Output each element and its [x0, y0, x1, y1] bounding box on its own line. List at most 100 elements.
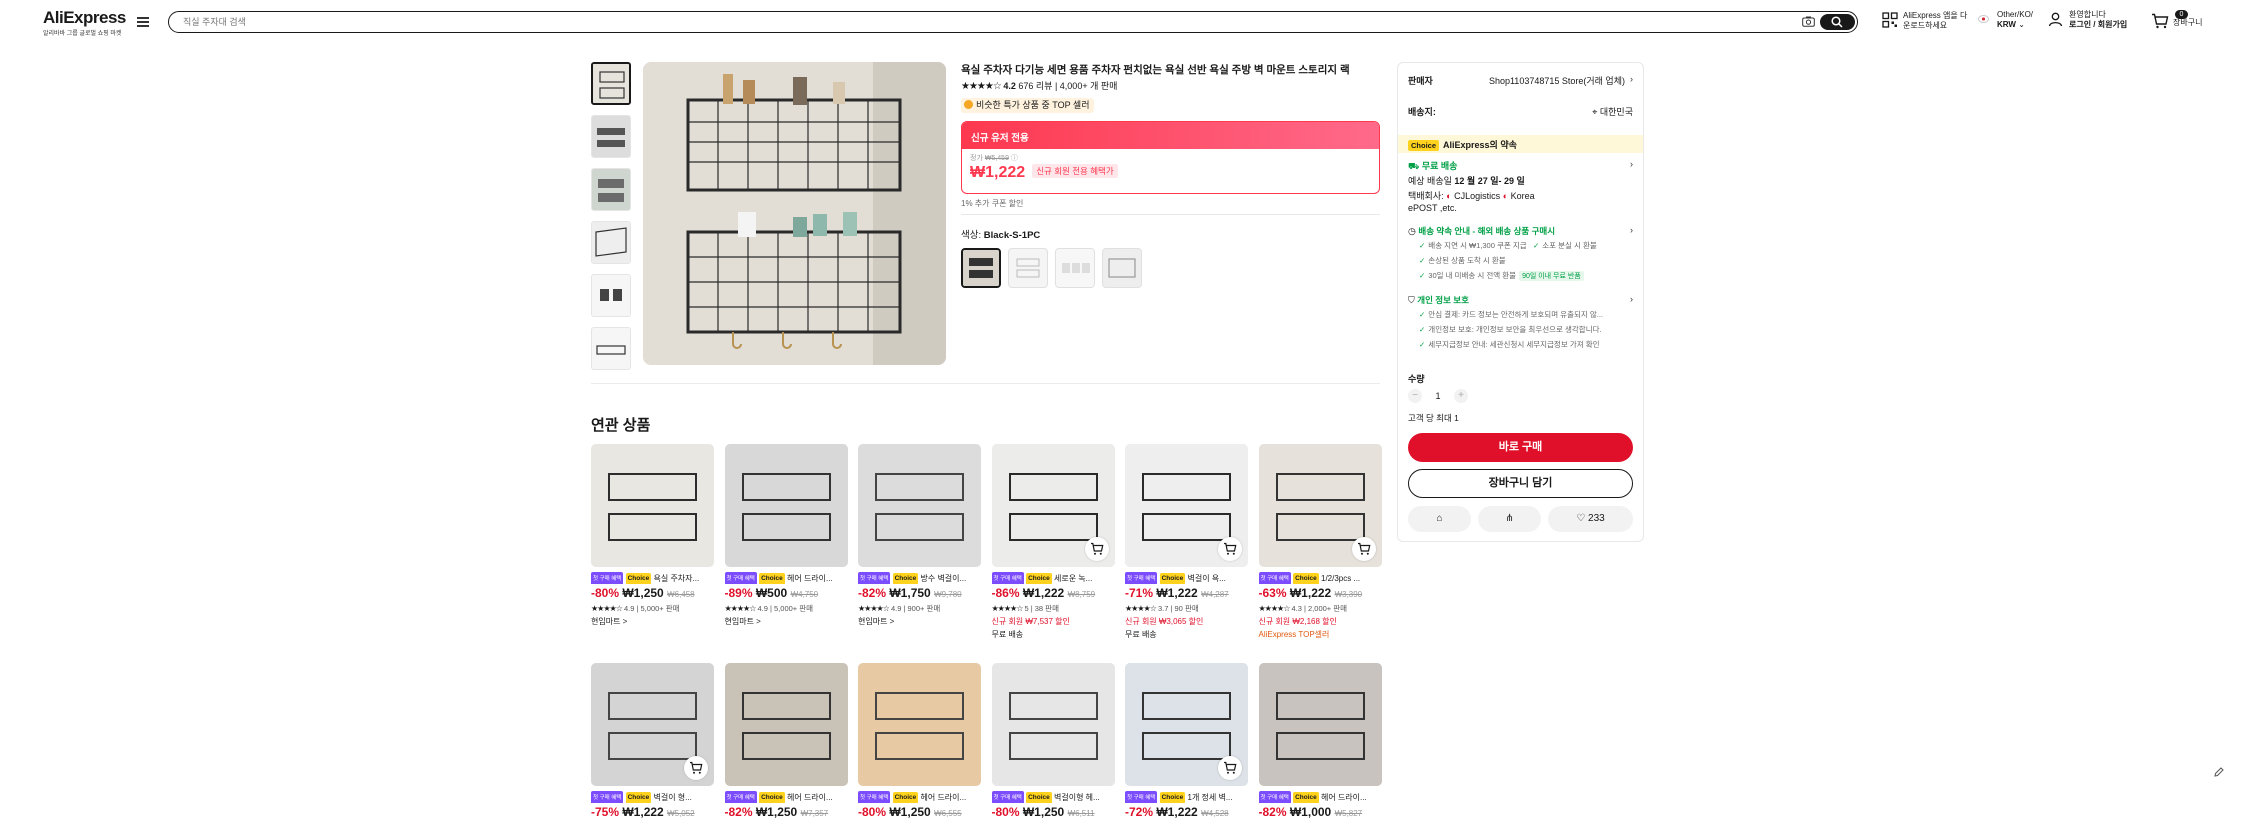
product-card-name[interactable]: 첫 구매 혜택 Choice 벽걸이형 헤... [991, 791, 1115, 803]
choice-badge: Choice [1408, 140, 1440, 151]
product-card-name[interactable]: 첫 구매 혜택 Choice 욕실 주차자... [591, 572, 714, 584]
product-card-image[interactable] [1258, 444, 1382, 567]
thumbnail-2[interactable] [591, 115, 631, 158]
check-icon: ✓ [1419, 256, 1426, 265]
product-card-title: 벽걸이 욕... [1187, 574, 1226, 583]
delivery-promise-row[interactable]: ◷ 배송 약속 안내 - 해외 배송 상품 구매시 › [1408, 225, 1633, 237]
product-card-image[interactable] [591, 444, 714, 567]
thumbnail-4[interactable] [591, 221, 631, 264]
swatch-2[interactable] [1008, 248, 1049, 288]
edit-pencil-icon[interactable] [2213, 766, 2225, 778]
related-products-title: 연관 상품 [591, 417, 651, 434]
product-card-name[interactable]: 첫 구매 혜택 Choice 방수 벽걸이... [858, 572, 981, 584]
card-extra[interactable]: 현임마트 > [591, 616, 714, 627]
product-card-name[interactable]: 첫 구매 혜택 Choice 헤어 드라이... [724, 791, 848, 803]
product-card[interactable]: 첫 구매 혜택 Choice 방수 벽걸이... -82% ₩1,750 ₩9,7… [858, 444, 981, 627]
product-card[interactable]: 첫 구매 혜택 Choice 헤어 드라이... -89% ₩500 ₩4,750… [724, 444, 848, 627]
coupon-note[interactable]: 1% 추가 쿠폰 할인 [961, 198, 1023, 209]
logo-subtitle: 알리바바 그룹 글로벌 쇼핑 마켓 [43, 31, 122, 37]
product-card-title: 벽걸이형 헤... [1054, 793, 1100, 802]
seller-name[interactable]: Shop1103748715 Store(거래 업체) [1489, 74, 1625, 87]
product-card-image[interactable] [991, 444, 1115, 567]
product-card-image[interactable] [858, 663, 981, 786]
card-extra[interactable]: 현임마트 > [858, 616, 981, 627]
product-card-image[interactable] [1258, 663, 1382, 786]
product-card[interactable]: 첫 구매 혜택 Choice 벽걸이 형... -75% ₩1,222 ₩5,05… [591, 663, 714, 819]
share-button[interactable]: ⋔ [1478, 506, 1541, 532]
review-count[interactable]: 676 리뷰 [1018, 81, 1052, 91]
product-card-image[interactable] [991, 663, 1115, 786]
camera-search-icon[interactable] [1802, 16, 1815, 27]
add-to-cart-fab[interactable] [684, 756, 708, 780]
product-card[interactable]: 첫 구매 혜택 Choice 세로운 녹... -86% ₩1,222 ₩8,75… [991, 444, 1115, 640]
swatch-3[interactable] [1055, 248, 1096, 288]
product-card[interactable]: 첫 구매 혜택 Choice 헤어 드라이... -82% ₩1,250 ₩7,3… [724, 663, 848, 819]
quantity-value[interactable]: 1 [1422, 391, 1454, 401]
free-shipping-row[interactable]: ⛟ 무료 배송 › [1408, 159, 1633, 173]
buy-now-button[interactable]: 바로 구매 [1408, 433, 1633, 462]
seller-row[interactable]: 판매자 Shop1103748715 Store(거래 업체) › [1408, 74, 1633, 87]
increment-button[interactable]: + [1454, 389, 1468, 403]
product-card-price-row: -80% ₩1,250 ₩6,555 [858, 805, 981, 819]
product-card-name[interactable]: 첫 구매 혜택 Choice 헤어 드라이... [724, 572, 848, 584]
info-icon[interactable]: ⓘ [1011, 155, 1018, 162]
product-card[interactable]: 첫 구매 혜택 Choice 1/2/3pcs ... -63% ₩1,222 ₩… [1258, 444, 1382, 640]
store-button[interactable]: ⌂ [1408, 506, 1471, 532]
product-card-name[interactable]: 첫 구매 혜택 Choice 헤어 드라이... [858, 791, 981, 803]
add-to-cart-fab[interactable] [1218, 756, 1242, 780]
wishlist-button[interactable]: ♡ 233 [1548, 506, 1633, 532]
product-card-name[interactable]: 첫 구매 혜택 Choice 헤어 드라이... [1258, 791, 1382, 803]
hamburger-menu-icon[interactable] [137, 17, 149, 27]
privacy-row[interactable]: ⛉ 개인 정보 보호 › [1408, 294, 1633, 306]
product-card-name[interactable]: 첫 구매 혜택 Choice 1개 정세 벽... [1125, 791, 1248, 803]
product-card-name[interactable]: 첫 구매 혜택 Choice 벽걸이 욕... [1125, 572, 1248, 584]
thumbnail-3[interactable] [591, 168, 631, 211]
ship-to-row[interactable]: 배송지: ⌖ 대한민국 [1408, 105, 1633, 118]
main-product-image[interactable] [643, 62, 946, 365]
store-icon: ⌂ [1436, 513, 1443, 524]
add-to-cart-fab[interactable] [1218, 537, 1242, 561]
product-card-name[interactable]: 첫 구매 혜택 Choice 세로운 녹... [991, 572, 1115, 584]
swatch-4[interactable] [1102, 248, 1143, 288]
add-to-cart-fab[interactable] [1084, 537, 1109, 561]
product-card-image[interactable] [724, 663, 848, 786]
search-input[interactable] [183, 15, 1783, 28]
card-extra[interactable]: 신규 회원 ₩2,168 할인 [1259, 616, 1382, 627]
product-card-image[interactable] [858, 444, 981, 567]
product-card[interactable]: 첫 구매 혜택 Choice 벽걸이 욕... -71% ₩1,222 ₩4,28… [1125, 444, 1248, 640]
aliexpress-logo[interactable]: AliExpress 알리바바 그룹 글로벌 쇼핑 마켓 [43, 8, 126, 37]
search-button[interactable] [1820, 13, 1855, 30]
product-card[interactable]: 첫 구매 혜택 Choice 헤어 드라이... -80% ₩1,250 ₩6,5… [858, 663, 981, 819]
product-card[interactable]: 첫 구매 혜택 Choice 헤어 드라이... -82% ₩1,000 ₩5,8… [1258, 663, 1382, 819]
product-card[interactable]: 첫 구매 혜택 Choice 욕실 주차자... -80% ₩1,250 ₩6,4… [591, 444, 714, 627]
product-card-image[interactable] [591, 663, 714, 786]
ship-to-value[interactable]: ⌖ 대한민국 [1592, 105, 1633, 118]
product-card[interactable]: 첫 구매 혜택 Choice 벽걸이형 헤... -80% ₩1,250 ₩6,5… [991, 663, 1115, 819]
discount-percent: -86% [991, 586, 1020, 600]
thumbnail-5[interactable] [591, 274, 631, 317]
login-signup-link[interactable]: 로그인 / 회원가입 [2069, 20, 2127, 29]
product-card-name[interactable]: 첫 구매 혜택 Choice 벽걸이 형... [591, 791, 714, 803]
card-orig-price: ₩3,390 [1334, 590, 1363, 599]
card-extra[interactable]: 신규 회원 ₩3,065 할인 [1125, 616, 1248, 627]
card-price: ₩500 [755, 586, 788, 600]
thumbnail-1[interactable] [591, 62, 631, 105]
card-extra[interactable]: 신규 회원 ₩7,537 할인 [992, 616, 1115, 627]
logo-text[interactable]: AliExpress [43, 8, 126, 28]
card-extra[interactable]: 현임마트 > [725, 616, 848, 627]
thumbnail-6[interactable] [591, 327, 631, 370]
add-to-cart-button[interactable]: 장바구니 담기 [1408, 469, 1633, 498]
card-price: ₩1,750 [889, 586, 931, 600]
choice-tag: Choice [625, 573, 652, 584]
add-to-cart-fab[interactable] [1351, 537, 1376, 561]
product-card[interactable]: 첫 구매 혜택 Choice 1개 정세 벽... -72% ₩1,222 ₩4,… [1125, 663, 1248, 819]
product-card-image[interactable] [1125, 444, 1248, 567]
product-card-name[interactable]: 첫 구매 혜택 Choice 1/2/3pcs ... [1258, 572, 1382, 584]
discount-percent: -71% [1125, 586, 1154, 600]
rating-row[interactable]: ★★★★☆ 4.2 676 리뷰 | 4,000+ 개 판매 [961, 79, 1117, 92]
product-card-image[interactable] [1125, 663, 1248, 786]
product-card-image[interactable] [724, 444, 848, 567]
swatch-black[interactable] [961, 248, 1001, 288]
discount-percent: -80% [591, 586, 620, 600]
decrement-button[interactable]: − [1408, 389, 1422, 403]
